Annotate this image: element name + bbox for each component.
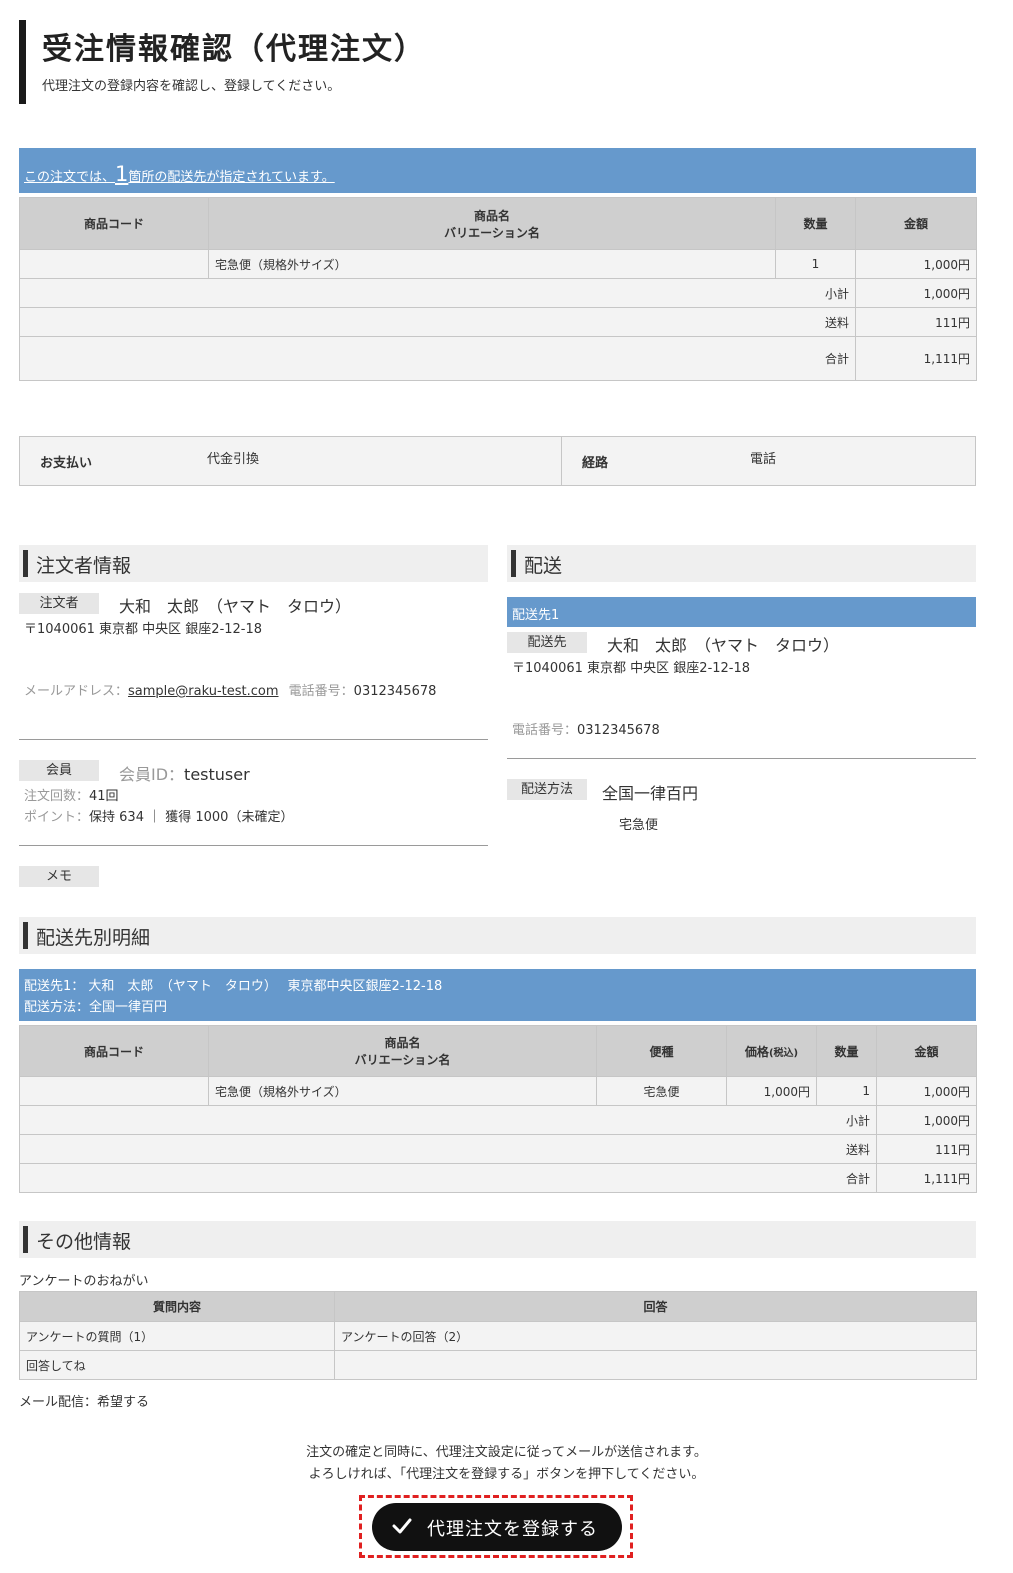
table-row: 宅急便（規格外サイズ） 1 1,000円 — [19, 249, 977, 279]
col-header-name: 商品名 バリエーション名 — [208, 197, 776, 250]
col-header-code: 商品コード — [19, 197, 209, 250]
destination-tag: 配送先 — [507, 632, 587, 653]
item-carrier: 宅急便 — [596, 1076, 727, 1106]
survey-answer: アンケートの回答（2） — [334, 1321, 977, 1351]
shipping-fee-value: 111円 — [855, 307, 977, 337]
destination-name: 大和 太郎 （ヤマト タロウ） — [607, 636, 840, 655]
route-value: 電話 — [750, 452, 777, 467]
col-header-answer: 回答 — [334, 1291, 977, 1322]
survey-question: アンケートの質問（1） — [19, 1321, 335, 1351]
survey-answer — [334, 1350, 977, 1380]
destination-title: 配送先1 — [507, 597, 976, 627]
col-header-amount: 金額 — [876, 1025, 977, 1077]
col-header-name: 商品名 バリエーション名 — [208, 1025, 597, 1077]
member-tag: 会員 — [19, 760, 99, 781]
item-qty: 1 — [775, 249, 856, 279]
destination-address: 〒1040061 東京都 中央区 銀座2-12-18 — [512, 661, 751, 676]
destination-count-notice[interactable]: この注文では、1箇所の配送先が指定されています。 — [19, 148, 976, 193]
subtotal-label: 小計 — [19, 278, 856, 308]
divider — [19, 845, 488, 846]
col-header-qty: 数量 — [816, 1025, 877, 1077]
shipping-fee-label: 送料 — [19, 1134, 877, 1164]
item-name: 宅急便（規格外サイズ） — [208, 1076, 597, 1106]
confirm-note-line1: 注文の確定と同時に、代理注文設定に従ってメールが送信されます。 — [306, 1445, 707, 1460]
col-header-price: 価格(税込) — [726, 1025, 817, 1077]
item-amount: 1,000円 — [855, 249, 977, 279]
survey-title: アンケートのおねがい — [19, 1274, 149, 1289]
shipping-section-title: 配送 — [524, 555, 563, 577]
orderer-tag: 注文者 — [19, 593, 99, 614]
other-section-title: その他情報 — [36, 1231, 132, 1253]
register-proxy-order-button[interactable]: 代理注文を登録する — [372, 1503, 622, 1551]
register-button-label: 代理注文を登録する — [427, 1519, 598, 1540]
customer-section-title: 注文者情報 — [36, 555, 132, 577]
orderer-contact: メールアドレス：sample@raku-test.com 電話番号：031234… — [24, 684, 437, 699]
col-header-amount: 金額 — [855, 197, 977, 250]
payment-value: 代金引換 — [207, 452, 260, 467]
shipping-fee-value: 111円 — [876, 1134, 977, 1164]
divider — [507, 758, 976, 759]
page-title: 受注情報確認（代理注文） — [42, 32, 426, 67]
subtotal-label: 小計 — [19, 1105, 877, 1135]
payment-label: お支払い — [40, 456, 93, 471]
item-price: 1,000円 — [726, 1076, 817, 1106]
orderer-address: 〒1040061 東京都 中央区 銀座2-12-18 — [24, 622, 263, 637]
total-label: 合計 — [19, 1163, 877, 1193]
check-icon — [392, 1518, 412, 1534]
shipping-method-tag: 配送方法 — [507, 779, 587, 800]
order-summary-table: 商品コード 商品名 バリエーション名 数量 金額 宅急便（規格外サイズ） 1 1,… — [19, 197, 977, 381]
col-header-carrier: 便種 — [596, 1025, 727, 1077]
shipping-fee-label: 送料 — [19, 307, 856, 337]
notice-suffix: 箇所の配送先が指定されています。 — [128, 170, 335, 185]
item-code — [19, 249, 209, 279]
table-row: 回答してね — [19, 1350, 977, 1380]
total-label: 合計 — [19, 336, 856, 381]
survey-table: 質問内容 回答 アンケートの質問（1） アンケートの回答（2） 回答してね — [19, 1291, 977, 1380]
memo-tag: メモ — [19, 866, 99, 887]
table-row: アンケートの質問（1） アンケートの回答（2） — [19, 1321, 977, 1351]
mail-delivery: メール配信：希望する — [19, 1395, 150, 1410]
total-value: 1,111円 — [855, 336, 977, 381]
orderer-name: 大和 太郎 （ヤマト タロウ） — [119, 597, 352, 616]
detail-destination-banner: 配送先1： 大和 太郎 （ヤマト タロウ） 東京都中央区銀座2-12-18 配送… — [19, 969, 976, 1021]
route-label: 経路 — [582, 456, 609, 471]
shipping-method-value: 全国一律百円 — [602, 784, 699, 803]
payment-box — [19, 436, 976, 486]
subtotal-value: 1,000円 — [876, 1105, 977, 1135]
order-count: 注文回数：41回 — [24, 789, 119, 804]
member-id: 会員ID：testuser — [119, 765, 250, 784]
table-row: 宅急便（規格外サイズ） 宅急便 1,000円 1 1,000円 — [19, 1076, 977, 1106]
col-header-question: 質問内容 — [19, 1291, 335, 1322]
shipping-section-header: 配送 — [507, 545, 976, 582]
detail-table: 商品コード 商品名 バリエーション名 便種 価格(税込) 数量 金額 宅急便（規格… — [19, 1025, 977, 1193]
item-qty: 1 — [816, 1076, 877, 1106]
item-name: 宅急便（規格外サイズ） — [208, 249, 776, 279]
subtotal-value: 1,000円 — [855, 278, 977, 308]
confirm-note-line2: よろしければ、「代理注文を登録する」ボタンを押下してください。 — [308, 1467, 705, 1482]
detail-section-header: 配送先別明細 — [19, 917, 976, 954]
payment-divider — [561, 436, 562, 486]
col-header-code: 商品コード — [19, 1025, 209, 1077]
item-amount: 1,000円 — [876, 1076, 977, 1106]
shipping-carrier: 宅急便 — [619, 818, 659, 833]
detail-section-title: 配送先別明細 — [36, 927, 151, 949]
other-section-header: その他情報 — [19, 1221, 976, 1258]
total-value: 1,111円 — [876, 1163, 977, 1193]
page-subtitle: 代理注文の登録内容を確認し、登録してください。 — [42, 79, 341, 94]
email-link[interactable]: sample@raku-test.com — [128, 684, 279, 699]
points-info: ポイント：保持 634 ｜ 獲得 1000（未確定） — [24, 810, 294, 825]
notice-prefix: この注文では、 — [24, 170, 116, 185]
orderer-phone: 0312345678 — [353, 684, 437, 699]
survey-question: 回答してね — [19, 1350, 335, 1380]
item-code — [19, 1076, 209, 1106]
title-accent-bar — [19, 20, 26, 104]
customer-section-header: 注文者情報 — [19, 545, 488, 582]
divider — [19, 739, 488, 740]
destination-phone: 電話番号：0312345678 — [512, 723, 660, 738]
col-header-qty: 数量 — [775, 197, 856, 250]
notice-count: 1 — [115, 162, 129, 186]
